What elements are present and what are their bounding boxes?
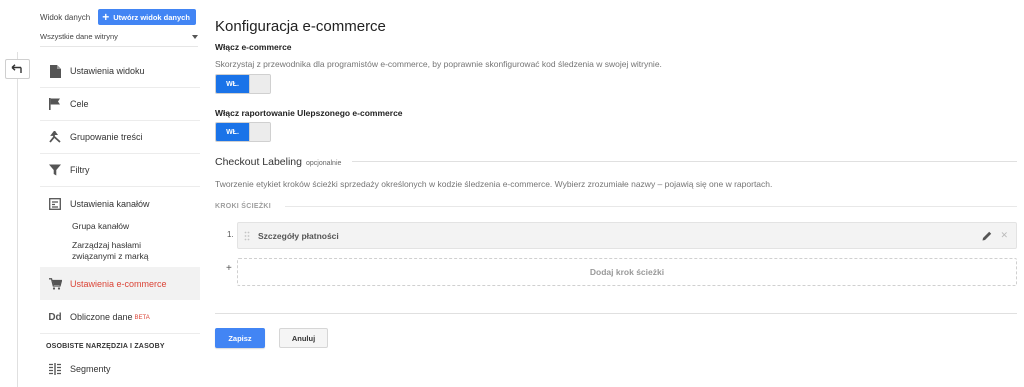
content-grouping-icon <box>40 131 70 143</box>
checkout-labeling-header: Checkout Labeling opcjonalnie <box>215 156 341 168</box>
sidebar-item-filters[interactable]: Filtry <box>40 154 200 187</box>
segments-icon <box>40 362 70 375</box>
enable-enhanced-ecommerce-toggle[interactable]: WŁ. <box>215 122 271 142</box>
sidebar-subitem-channel-group[interactable]: Grupa kanałów <box>72 221 192 232</box>
add-funnel-step-button[interactable]: Dodaj krok ścieżki <box>237 258 1017 286</box>
step-number: 1. <box>227 230 234 239</box>
divider <box>285 206 1017 207</box>
plus-icon: + <box>102 10 110 24</box>
step-tools: ✕ <box>982 230 1008 241</box>
enable-ecommerce-label: Włącz e-commerce <box>215 42 292 52</box>
sidebar-subitem-brand-terms[interactable]: Zarządzaj hasłami związanymi z marką <box>72 240 182 262</box>
optional-tag: opcjonalnie <box>305 160 342 167</box>
sidebar-item-goals[interactable]: Cele <box>40 88 200 121</box>
add-step-plus-icon: + <box>226 263 232 274</box>
sidebar-item-channel-settings[interactable]: Ustawienia kanałów <box>40 187 200 220</box>
checkout-labeling-description: Tworzenie etykiet kroków ścieżki sprzeda… <box>215 179 773 189</box>
sidebar-item-label: Ustawienia kanałów <box>70 198 150 209</box>
save-button[interactable]: Zapisz <box>215 328 265 348</box>
create-view-button[interactable]: + Utwórz widok danych <box>98 9 196 25</box>
sidebar-item-label: Ustawienia widoku <box>70 66 145 76</box>
funnel-step-row[interactable]: Szczegóły płatności ✕ <box>237 222 1017 249</box>
sidebar-item-label: Obliczone dane <box>70 312 133 322</box>
document-icon <box>40 64 70 78</box>
flag-icon <box>40 98 70 110</box>
step-name: Szczegóły płatności <box>258 230 339 241</box>
beta-badge: BETA <box>134 315 150 321</box>
sidebar-item-label: Filtry <box>70 165 90 175</box>
enable-ecommerce-toggle[interactable]: WŁ. <box>215 74 271 94</box>
sidebar-item-ecommerce-settings[interactable]: Ustawienia e-commerce <box>40 267 200 300</box>
divider <box>215 313 1017 314</box>
toggle-knob <box>249 75 270 93</box>
sidebar-item-label: Segmenty <box>70 363 111 374</box>
ecommerce-config-panel: Konfiguracja e-commerce Włącz e-commerce… <box>202 0 1024 387</box>
drag-handle-icon[interactable] <box>238 231 256 241</box>
enable-enhanced-ecommerce-label: Włącz raportowanie Ulepszonego e-commerc… <box>215 108 403 118</box>
page-title: Konfiguracja e-commerce <box>215 18 386 35</box>
dropdown-caret-icon <box>192 34 198 39</box>
left-rail <box>0 0 36 387</box>
toggle-on-label: WŁ. <box>216 123 249 141</box>
cart-icon <box>40 277 70 290</box>
sidebar-item-view-settings[interactable]: Ustawienia widoku <box>40 55 200 88</box>
rail-divider <box>17 52 18 387</box>
create-view-label: Utwórz widok danych <box>113 12 190 22</box>
cancel-button[interactable]: Anuluj <box>279 328 328 348</box>
personal-tools-section-title: OSOBISTE NARZĘDZIA I ZASOBY <box>46 343 165 350</box>
view-select-value: Wszystkie dane witryny <box>40 32 118 41</box>
dd-icon: Dd <box>48 311 62 323</box>
toggle-on-label: WŁ. <box>216 75 249 93</box>
view-select[interactable]: Wszystkie dane witryny <box>40 31 198 47</box>
filter-icon <box>40 164 70 176</box>
edit-pencil-icon[interactable] <box>982 231 992 241</box>
sidebar-item-segments[interactable]: Segmenty <box>40 352 200 385</box>
channel-settings-icon <box>40 197 70 210</box>
sidebar-item-content-grouping[interactable]: Grupowanie treści <box>40 121 200 154</box>
sidebar-item-label: Cele <box>70 99 89 109</box>
admin-sidebar: Widok danych + Utwórz widok danych Wszys… <box>36 0 202 387</box>
view-header: Widok danych + Utwórz widok danych <box>40 9 200 25</box>
back-arrow-icon <box>11 64 22 73</box>
view-label: Widok danych <box>40 12 91 22</box>
back-button[interactable] <box>5 59 30 79</box>
divider <box>352 161 1017 162</box>
checkout-labeling-title: Checkout Labeling <box>215 156 302 168</box>
funnel-steps-header: KROKI ŚCIEŻKI <box>215 203 272 210</box>
sidebar-item-label: Grupowanie treści <box>70 132 143 142</box>
sidebar-item-calculated-metrics[interactable]: Dd Obliczone dane BETA <box>40 301 200 334</box>
enable-ecommerce-description: Skorzystaj z przewodnika dla programistó… <box>215 59 662 69</box>
toggle-knob <box>249 123 270 141</box>
close-icon[interactable]: ✕ <box>1000 230 1008 241</box>
sidebar-item-label: Ustawienia e-commerce <box>70 278 167 289</box>
